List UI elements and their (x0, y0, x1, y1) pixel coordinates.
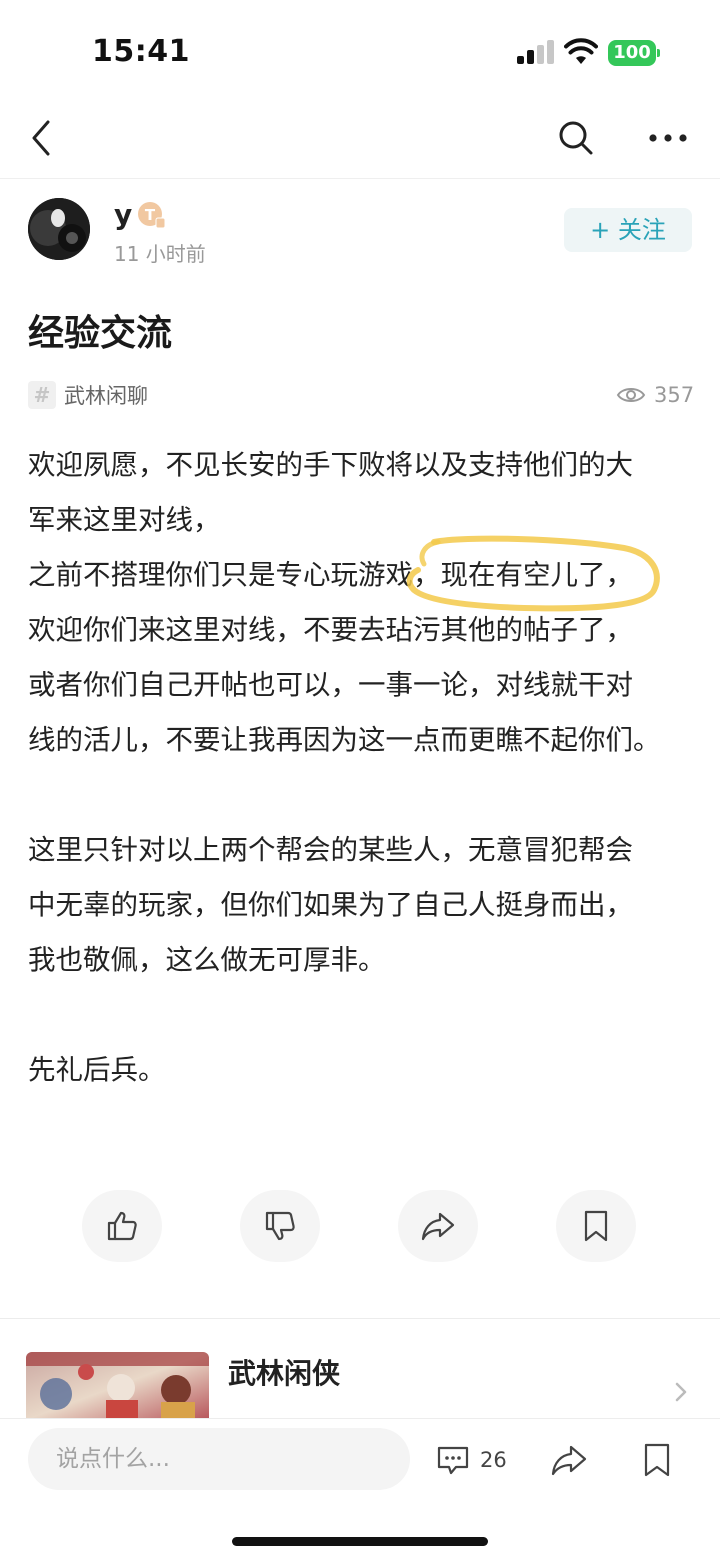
body-line: 欢迎夙愿，不见长安的手下败将以及支持他们的大 (28, 449, 633, 481)
bookmark-button[interactable] (556, 1190, 636, 1262)
section-divider (0, 1318, 720, 1319)
follow-button[interactable]: + 关注 (564, 208, 692, 252)
bookmark-icon[interactable] (640, 1442, 674, 1478)
nav-divider (0, 178, 720, 179)
eye-icon (616, 388, 646, 402)
dislike-button[interactable] (240, 1190, 320, 1262)
thumbs-up-icon (107, 1211, 137, 1241)
like-button[interactable] (82, 1190, 162, 1262)
highlight-scribble (406, 535, 660, 612)
body-line (28, 768, 700, 823)
body-line: 线的活儿，不要让我再因为这一点而更瞧不起你们。 (28, 724, 661, 756)
status-time: 15:41 (92, 34, 190, 69)
author-name[interactable]: y (114, 198, 132, 231)
share-button[interactable] (398, 1190, 478, 1262)
share-icon (421, 1212, 455, 1241)
topic-label: 武林闲聊 (64, 384, 148, 408)
comment-icon (437, 1446, 469, 1475)
wifi-icon (564, 38, 598, 64)
battery-icon: 100 (608, 40, 660, 66)
body-line: 这里只针对以上两个帮会的某些人，无意冒犯帮会 (28, 834, 633, 866)
bookmark-icon (584, 1210, 608, 1242)
comment-button[interactable]: 26 (436, 1444, 507, 1476)
chevron-right-icon[interactable] (672, 1380, 690, 1404)
search-icon[interactable] (556, 118, 596, 158)
body-line: 先礼后兵。 (28, 1054, 166, 1086)
thumbs-down-icon (265, 1211, 295, 1241)
back-icon[interactable] (24, 116, 64, 160)
circle-name[interactable]: 武林闲侠 (228, 1352, 340, 1392)
body-line (28, 988, 700, 1043)
cellular-signal-icon (517, 40, 554, 64)
level-badge-text: T (145, 206, 156, 224)
body-line: 中无辜的玩家，但你们如果为了自己人挺身而出， (28, 889, 633, 921)
hash-icon: # (28, 381, 56, 409)
comment-count: 26 (480, 1448, 507, 1472)
level-badge-icon: T (138, 202, 166, 229)
comment-input[interactable] (28, 1428, 410, 1490)
circle-thumbnail[interactable] (26, 1352, 209, 1420)
body-line: 我也敬佩，这么做无可厚非。 (28, 944, 386, 976)
more-icon[interactable] (648, 124, 688, 152)
home-indicator (232, 1537, 488, 1546)
post-title: 经验交流 (28, 313, 173, 354)
view-count: 357 (616, 380, 694, 410)
battery-level: 100 (608, 40, 656, 66)
topic-tag[interactable]: # 武林闲聊 (28, 380, 148, 410)
avatar[interactable] (28, 198, 90, 260)
share-icon[interactable] (550, 1444, 588, 1476)
view-count-label: 357 (654, 383, 695, 407)
post-time: 11 小时前 (114, 242, 206, 266)
body-line: 或者你们自己开帖也可以，一事一论，对线就干对 (28, 669, 633, 701)
